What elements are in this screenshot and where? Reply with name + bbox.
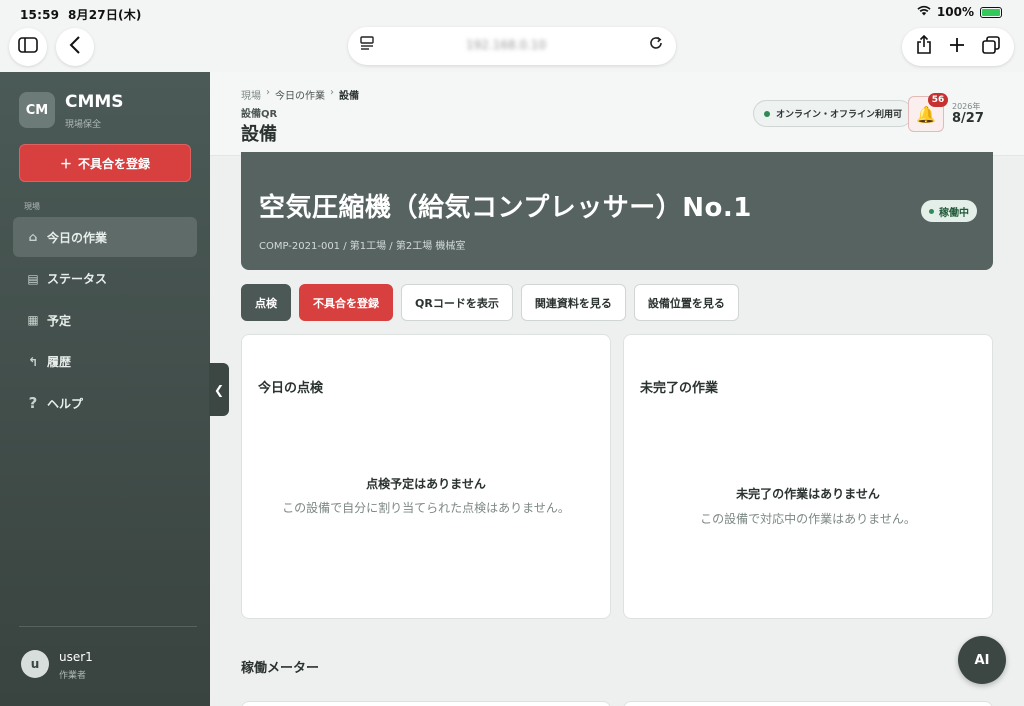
- sidebar-icon: [18, 36, 38, 58]
- calendar-icon: ▦: [27, 313, 39, 327]
- status-badge: 稼働中: [921, 200, 977, 222]
- empty-state-title: 点検予定はありません: [366, 477, 486, 491]
- device-status-bar: 15:59 8月27日(木) 100%: [0, 0, 1024, 26]
- equipment-banner: 空気圧縮機（給気コンプレッサー）No.1 COMP-2021-001 / 第1工…: [241, 152, 993, 270]
- sidebar-item-label: ヘルプ: [47, 396, 84, 411]
- sidebar-item-status[interactable]: ▤ ステータス: [13, 259, 197, 299]
- card-title: 今日の点検: [258, 381, 324, 396]
- plus-icon[interactable]: [949, 37, 965, 58]
- page-header: 現場 › 今日の作業 › 設備 設備QR 設備 オンライン・オフライン利用可 🔔…: [210, 72, 1024, 156]
- sidebar-item-today[interactable]: ⌂ 今日の作業: [13, 217, 197, 257]
- url-text: 192.168.0.10: [466, 38, 547, 52]
- share-icon[interactable]: [916, 34, 932, 60]
- report-button-label: 不具合を登録: [78, 156, 151, 171]
- breadcrumb-separator: ›: [330, 87, 334, 98]
- open-tasks-card: 未完了の作業 未完了の作業はありません この設備で対応中の作業はありません。: [623, 334, 993, 619]
- device-time: 15:59 8月27日(木): [20, 8, 142, 22]
- browser-actions: [902, 28, 1014, 66]
- reload-icon[interactable]: [648, 35, 664, 56]
- sidebar-item-history[interactable]: ↰ 履歴: [13, 342, 197, 382]
- chevron-left-icon: ❮: [213, 382, 225, 397]
- breadcrumb-item[interactable]: 現場: [241, 87, 261, 102]
- card-title: 未完了の作業: [640, 381, 719, 396]
- equipment-location-button[interactable]: 設備位置を見る: [633, 284, 739, 321]
- app-sidebar: CM CMMS 現場保全 ＋ 不具合を登録 現場 ⌂ 今日の作業 ▤ ステータス…: [0, 72, 210, 706]
- sidebar-item-label: 予定: [47, 313, 72, 328]
- empty-state-description: この設備で対応中の作業はありません。: [700, 512, 916, 526]
- notification-count-badge: 56: [928, 93, 948, 107]
- empty-state-title: 未完了の作業はありません: [736, 487, 880, 501]
- sidebar-collapse-button[interactable]: ❮: [209, 363, 229, 416]
- user-name: user1: [59, 650, 93, 664]
- plus-icon: ＋: [59, 156, 72, 171]
- avatar[interactable]: u: [21, 650, 49, 678]
- browser-toolbar: 192.168.0.10: [0, 26, 1024, 72]
- breadcrumb-separator: ›: [266, 87, 270, 98]
- history-icon: ↰: [27, 354, 39, 369]
- sidebar-nav: ⌂ 今日の作業 ▤ ステータス ▦ 予定 ↰ 履歴 ? ヘルプ: [13, 217, 197, 425]
- wifi-icon: [917, 5, 931, 19]
- equipment-actions: 点検 不具合を登録 QRコードを表示 関連資料を見る 設備位置を見る: [241, 284, 739, 321]
- page-menu-icon[interactable]: [360, 35, 374, 55]
- nav-section-label: 現場: [24, 202, 40, 211]
- report-defect-button[interactable]: 不具合を登録: [299, 284, 393, 321]
- battery-icon: [980, 6, 1002, 18]
- ai-assistant-button[interactable]: AI: [958, 636, 1006, 684]
- related-docs-button[interactable]: 関連資料を見る: [520, 284, 626, 321]
- page-title: 設備: [241, 124, 277, 145]
- sidebar-item-help[interactable]: ? ヘルプ: [13, 383, 197, 423]
- back-icon: [69, 35, 81, 59]
- breadcrumb: 現場 › 今日の作業 › 設備: [241, 87, 359, 102]
- battery-percent: 100%: [936, 5, 974, 19]
- help-icon: ?: [28, 394, 38, 412]
- user-role: 作業者: [59, 671, 87, 681]
- online-status-badge: オンライン・オフライン利用可: [753, 100, 914, 127]
- meter-card: [241, 701, 611, 706]
- status-badge-text: 稼働中: [939, 207, 969, 219]
- meter-card: [623, 701, 993, 706]
- sidebar-toggle-button[interactable]: [9, 28, 47, 66]
- today-inspection-card: 今日の点検 点検予定はありません この設備で自分に割り当てられた点検はありません…: [241, 334, 611, 619]
- breadcrumb-current: 設備: [339, 91, 359, 102]
- device-status-right: 100%: [917, 5, 1002, 19]
- sidebar-item-schedule[interactable]: ▦ 予定: [13, 300, 197, 340]
- inspect-button[interactable]: 点検: [241, 284, 291, 321]
- status-icon: ▤: [27, 271, 39, 286]
- address-bar[interactable]: 192.168.0.10: [348, 27, 676, 65]
- back-button[interactable]: [56, 28, 94, 66]
- battery-fill: [982, 8, 1000, 16]
- online-status-text: オンライン・オフライン利用可: [776, 110, 903, 120]
- sidebar-item-label: ステータス: [47, 272, 108, 286]
- equipment-name: 空気圧縮機（給気コンプレッサー）No.1: [259, 193, 752, 223]
- sidebar-item-label: 今日の作業: [47, 230, 108, 245]
- status-dot-icon: [929, 208, 934, 214]
- sidebar-item-label: 履歴: [47, 355, 72, 369]
- sidebar-divider: [19, 626, 197, 627]
- app-name: CMMS: [65, 92, 124, 112]
- tabs-icon[interactable]: [981, 35, 1000, 59]
- header-date: 8/27: [952, 111, 984, 126]
- sidebar-report-defect-button[interactable]: ＋ 不具合を登録: [19, 144, 191, 182]
- equipment-meta: COMP-2021-001 / 第1工場 / 第2工場 機械室: [259, 241, 466, 252]
- online-dot-icon: [764, 110, 770, 117]
- home-icon: ⌂: [28, 230, 38, 244]
- breadcrumb-item[interactable]: 今日の作業: [275, 87, 325, 102]
- app-logo: CM: [19, 92, 55, 128]
- app-subtitle: 現場保全: [65, 120, 102, 130]
- page-subtitle: 設備QR: [241, 109, 278, 120]
- empty-state-description: この設備で自分に割り当てられた点検はありません。: [282, 501, 570, 515]
- show-qr-button[interactable]: QRコードを表示: [401, 284, 513, 321]
- meters-section-title: 稼働メーター: [241, 661, 320, 676]
- bell-icon: 🔔: [916, 104, 936, 124]
